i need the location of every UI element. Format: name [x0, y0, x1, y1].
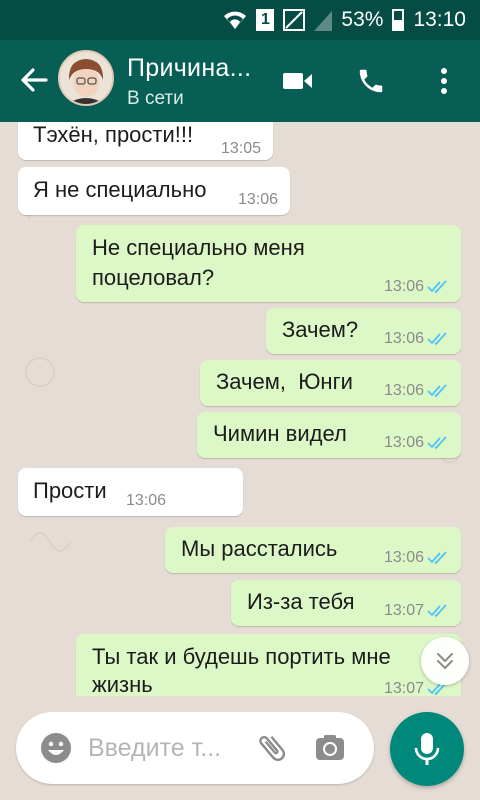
message-bubble-outgoing[interactable]: Из-за тебя 13:07 — [231, 580, 461, 626]
voice-record-button[interactable] — [390, 712, 464, 786]
message-bubble-outgoing[interactable]: Зачем, Юнги 13:06 — [200, 360, 461, 406]
message-meta: 13:06 — [384, 382, 449, 400]
message-bubble-outgoing[interactable]: Не специально меня поцеловал? 13:06 — [76, 225, 461, 302]
read-receipt-icon — [427, 384, 447, 398]
scroll-down-button[interactable] — [421, 637, 469, 685]
camera-icon — [316, 735, 344, 760]
scroll-down-icon — [437, 653, 453, 669]
message-time: 13:06 — [237, 191, 278, 208]
message-time: 13:06 — [126, 492, 167, 509]
sim-icon: 1 — [256, 9, 275, 31]
wifi-icon — [224, 11, 247, 29]
message-bubble-incoming[interactable]: Прости 13:06 — [18, 468, 243, 516]
message-meta: 13:05 — [221, 140, 261, 158]
message-meta: 13:06 — [126, 492, 166, 510]
read-receipt-icon — [427, 436, 447, 450]
back-arrow-icon — [21, 68, 48, 92]
message-composer — [16, 712, 374, 784]
message-bubble-outgoing[interactable]: Зачем? 13:06 — [266, 308, 461, 354]
message-text: Тэхён, прости!!! — [33, 122, 194, 147]
message-text: Из-за тебя — [247, 589, 355, 614]
message-bubble-incoming[interactable]: Я не специально 13:06 — [18, 167, 290, 215]
message-bubble-outgoing[interactable]: Мы расстались 13:06 — [165, 527, 461, 573]
message-text-line-2: поцеловал? — [92, 265, 215, 290]
message-text: Прости — [33, 478, 107, 503]
more-vert-icon — [441, 68, 447, 94]
chat-header: Причина... В сети — [0, 40, 480, 122]
video-call-icon — [283, 73, 312, 89]
read-receipt-icon — [427, 332, 447, 346]
read-receipt-icon — [427, 551, 447, 565]
avatar[interactable] — [58, 50, 114, 106]
battery-percent: 53% — [341, 8, 384, 31]
contact-status: В сети — [127, 88, 184, 109]
message-meta: 13:06 — [384, 549, 449, 567]
message-time: 13:05 — [220, 140, 261, 157]
video-call-button[interactable] — [278, 61, 318, 101]
attach-button[interactable] — [254, 730, 290, 766]
message-time: 13:07 — [383, 680, 424, 696]
mic-icon — [414, 733, 440, 765]
attach-icon — [259, 735, 286, 762]
message-input[interactable] — [88, 728, 248, 768]
message-time: 13:06 — [383, 434, 424, 451]
read-receipt-icon — [427, 604, 447, 618]
message-meta: 13:07 — [384, 602, 449, 620]
message-time: 13:06 — [383, 549, 424, 566]
back-button[interactable] — [14, 60, 54, 100]
read-receipt-icon — [427, 280, 447, 294]
emoji-icon — [41, 733, 71, 763]
voice-call-button[interactable] — [351, 61, 391, 101]
message-bubble-outgoing[interactable]: Ты так и будешь портить мне жизнь 13:07 — [76, 634, 461, 696]
message-text: Зачем? — [282, 317, 359, 342]
message-text-line-1: Ты так и будешь портить мне — [92, 644, 391, 669]
message-time: 13:06 — [383, 330, 424, 347]
message-meta: 13:06 — [384, 434, 449, 452]
message-time: 13:06 — [383, 382, 424, 399]
camera-button[interactable] — [312, 730, 348, 766]
status-icons: 1 53% 13:10 — [223, 0, 466, 40]
contact-name[interactable]: Причина... — [127, 54, 251, 83]
message-text: Мы расстались — [181, 536, 338, 561]
emoji-button[interactable] — [38, 730, 74, 766]
message-bubble-incoming[interactable]: Тэхён, прости!!! 13:05 — [18, 122, 273, 160]
message-time: 13:06 — [383, 278, 424, 295]
message-text: Я не специально — [33, 177, 207, 202]
status-bar: 1 53% 13:10 — [0, 0, 480, 40]
status-time: 13:10 — [413, 8, 466, 31]
message-bubble-outgoing[interactable]: Чимин видел 13:06 — [197, 412, 461, 458]
phone-icon — [359, 69, 383, 93]
message-meta: 13:06 — [238, 191, 278, 209]
battery-icon — [392, 9, 405, 31]
message-meta: 13:06 — [384, 278, 449, 296]
message-text-line-1: Не специально меня — [92, 235, 305, 260]
message-text-line-2: жизнь — [92, 672, 153, 696]
message-text: Зачем, Юнги — [216, 369, 353, 394]
message-time: 13:07 — [383, 602, 424, 619]
more-options-button[interactable] — [424, 61, 464, 101]
no-signal-icon — [283, 9, 306, 31]
message-text: Чимин видел — [213, 421, 347, 446]
message-list[interactable]: Тэхён, прости!!! 13:05 Я не специально 1… — [0, 122, 480, 696]
signal-icon — [314, 11, 333, 31]
message-meta: 13:06 — [384, 330, 449, 348]
